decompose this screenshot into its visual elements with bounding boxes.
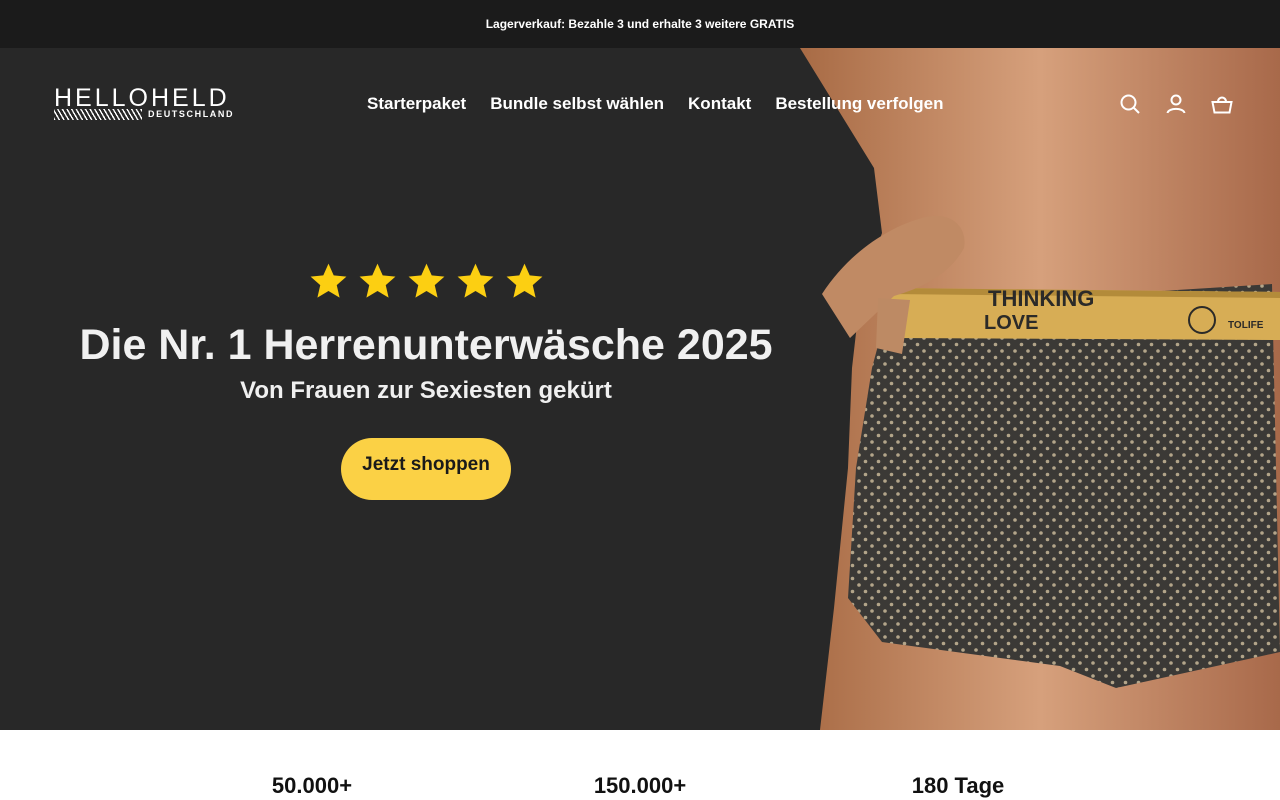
shop-now-button[interactable]: Jetzt shoppen [341, 438, 511, 500]
nav-order-tracking[interactable]: Bestellung verfolgen [775, 94, 943, 114]
star-icon [408, 263, 444, 298]
stat-customers: 50.000+ [271, 773, 353, 798]
nav-starterpaket[interactable]: Starterpaket [367, 94, 466, 114]
waistband-text-2: LOVE [984, 312, 1038, 334]
trust-stats: 50.000+ 150.000+ 180 Tage [0, 730, 1280, 800]
search-icon[interactable] [1118, 92, 1142, 116]
announcement-text: Lagerverkauf: Bezahle 3 und erhalte 3 we… [485, 17, 795, 31]
main-navigation: Starterpaket Bundle selbst wählen Kontak… [367, 94, 943, 114]
waistband-text-1: THINKING [988, 286, 1094, 311]
account-icon[interactable] [1164, 92, 1188, 116]
cart-icon[interactable] [1210, 92, 1234, 116]
stat-sold: 150.000+ [593, 773, 687, 798]
nav-bundle[interactable]: Bundle selbst wählen [490, 94, 664, 114]
star-icon [359, 263, 395, 298]
site-header: HELLOHELD DEUTSCHLAND Starterpaket Bundl… [0, 48, 1280, 160]
star-icon [310, 263, 346, 298]
hero-copy: Die Nr. 1 Herrenunterwäsche 2025 Von Fra… [0, 260, 852, 500]
stat-return-period: 180 Tage [911, 773, 1005, 798]
star-icon [506, 263, 542, 298]
brand-logo[interactable]: HELLOHELD DEUTSCHLAND [54, 84, 246, 124]
logo-wordmark: HELLOHELD [54, 84, 230, 112]
rating-stars [0, 260, 852, 304]
logo-stripes [54, 109, 142, 120]
logo-subtitle: DEUTSCHLAND [148, 109, 235, 119]
hero-subline: Von Frauen zur Sexiesten gekürt [240, 377, 612, 404]
nav-kontakt[interactable]: Kontakt [688, 94, 751, 114]
waistband-brand: TOLIFE [1228, 320, 1264, 331]
star-icon [457, 263, 493, 298]
announcement-bar: Lagerverkauf: Bezahle 3 und erhalte 3 we… [0, 0, 1280, 48]
hero-headline: Die Nr. 1 Herrenunterwäsche 2025 [79, 321, 773, 369]
header-actions [1118, 92, 1234, 116]
